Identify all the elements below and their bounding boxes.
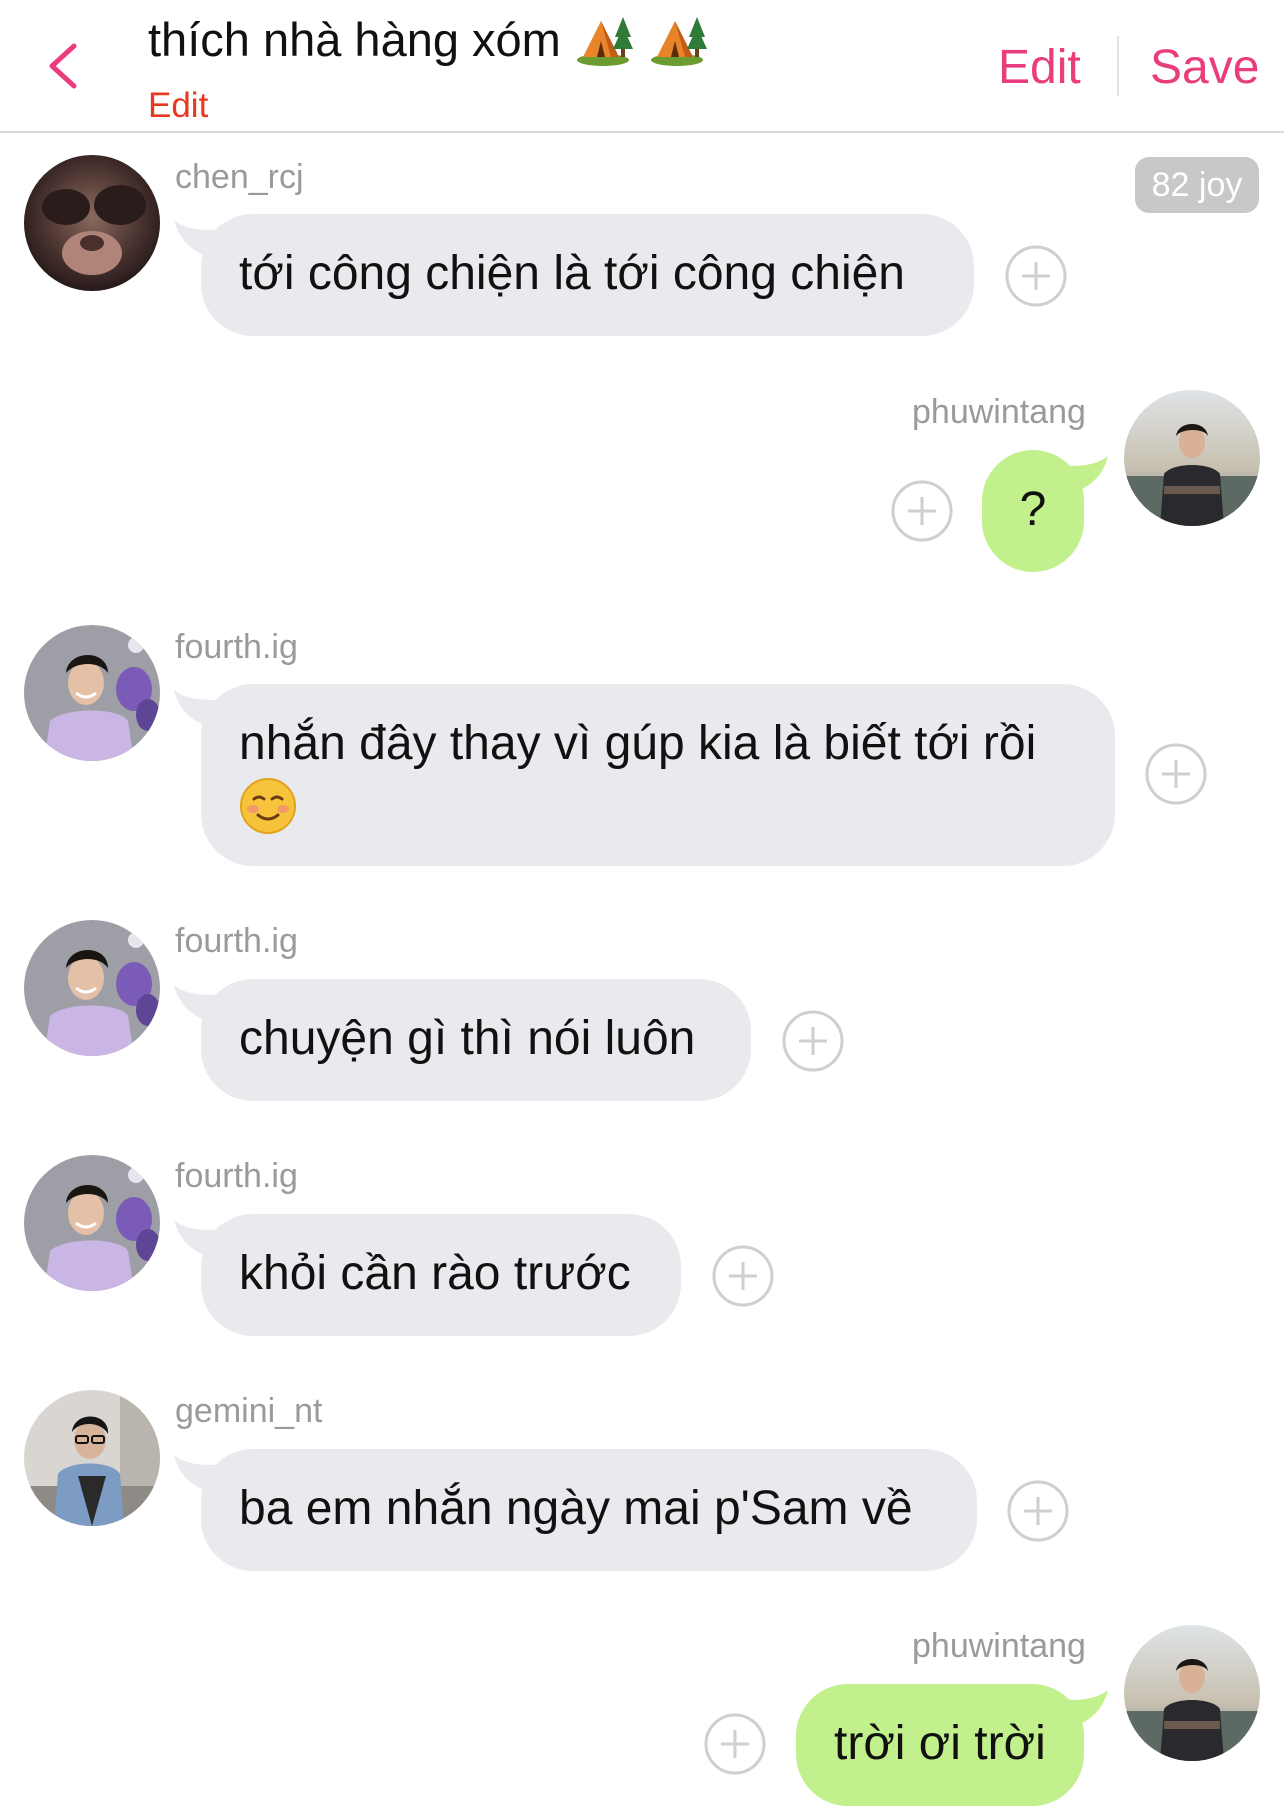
message-bubble[interactable]: ba em nhắn ngày mai p'Sam về <box>201 1449 977 1571</box>
username: phuwintang <box>912 393 1086 431</box>
add-reaction-button[interactable] <box>782 1010 844 1072</box>
message-bubble[interactable]: chuyện gì thì nói luôn <box>201 979 751 1101</box>
bubble-tail <box>1050 1690 1108 1732</box>
back-button[interactable] <box>40 36 94 96</box>
camping-tent-icon <box>576 17 633 66</box>
username: fourth.ig <box>175 922 298 960</box>
add-reaction-button[interactable] <box>704 1713 766 1775</box>
camping-tent-icon <box>650 17 707 66</box>
avatar[interactable] <box>24 1390 160 1526</box>
message-bubble[interactable]: trời ơi trời <box>796 1684 1084 1806</box>
message-bubble[interactable]: nhắn đây thay vì gúp kia là biết tới rồi <box>201 684 1115 866</box>
message-text: nhắn đây thay vì gúp kia là biết tới rồi <box>239 717 1037 770</box>
avatar[interactable] <box>24 1155 160 1291</box>
username: fourth.ig <box>175 1157 298 1195</box>
title-edit-link[interactable]: Edit <box>148 86 848 126</box>
username: chen_rcj <box>175 158 304 196</box>
add-reaction-button[interactable] <box>1007 1480 1069 1542</box>
message-text: khỏi cần rào trước <box>239 1247 631 1300</box>
avatar[interactable] <box>24 625 160 761</box>
message-text: chuyện gì thì nói luôn <box>239 1012 696 1065</box>
avatar[interactable] <box>1124 1625 1260 1761</box>
chevron-left-icon <box>49 43 77 89</box>
username: fourth.ig <box>175 628 298 666</box>
message-bubble[interactable]: khỏi cần rào trước <box>201 1214 681 1336</box>
save-button[interactable]: Save <box>1150 40 1259 95</box>
chat-title: thích nhà hàng xóm <box>148 8 848 70</box>
title-block: thích nhà hàng xóm Edit <box>148 8 848 126</box>
header-divider <box>1117 36 1119 96</box>
message-text: trời ơi trời <box>834 1717 1046 1770</box>
avatar[interactable] <box>24 920 160 1056</box>
avatar[interactable] <box>24 155 160 291</box>
smiling-face-icon <box>240 778 296 835</box>
username: phuwintang <box>912 1627 1086 1665</box>
username: gemini_nt <box>175 1392 323 1430</box>
add-reaction-button[interactable] <box>1145 743 1207 805</box>
add-reaction-button[interactable] <box>712 1245 774 1307</box>
message-bubble[interactable]: tới công chiện là tới công chiện <box>201 214 974 336</box>
bubble-tail <box>1050 456 1108 498</box>
message-text: tới công chiện là tới công chiện <box>239 247 905 300</box>
chat-title-text: thích nhà hàng xóm <box>148 12 561 66</box>
edit-button[interactable]: Edit <box>998 40 1081 95</box>
top-bar: thích nhà hàng xóm Edit Edit Save <box>0 0 1284 133</box>
add-reaction-button[interactable] <box>891 480 953 542</box>
avatar[interactable] <box>1124 390 1260 526</box>
message-text: ? <box>1019 483 1047 536</box>
joy-badge: 82 joy <box>1135 157 1259 213</box>
message-text: ba em nhắn ngày mai p'Sam về <box>239 1482 913 1535</box>
add-reaction-button[interactable] <box>1005 245 1067 307</box>
